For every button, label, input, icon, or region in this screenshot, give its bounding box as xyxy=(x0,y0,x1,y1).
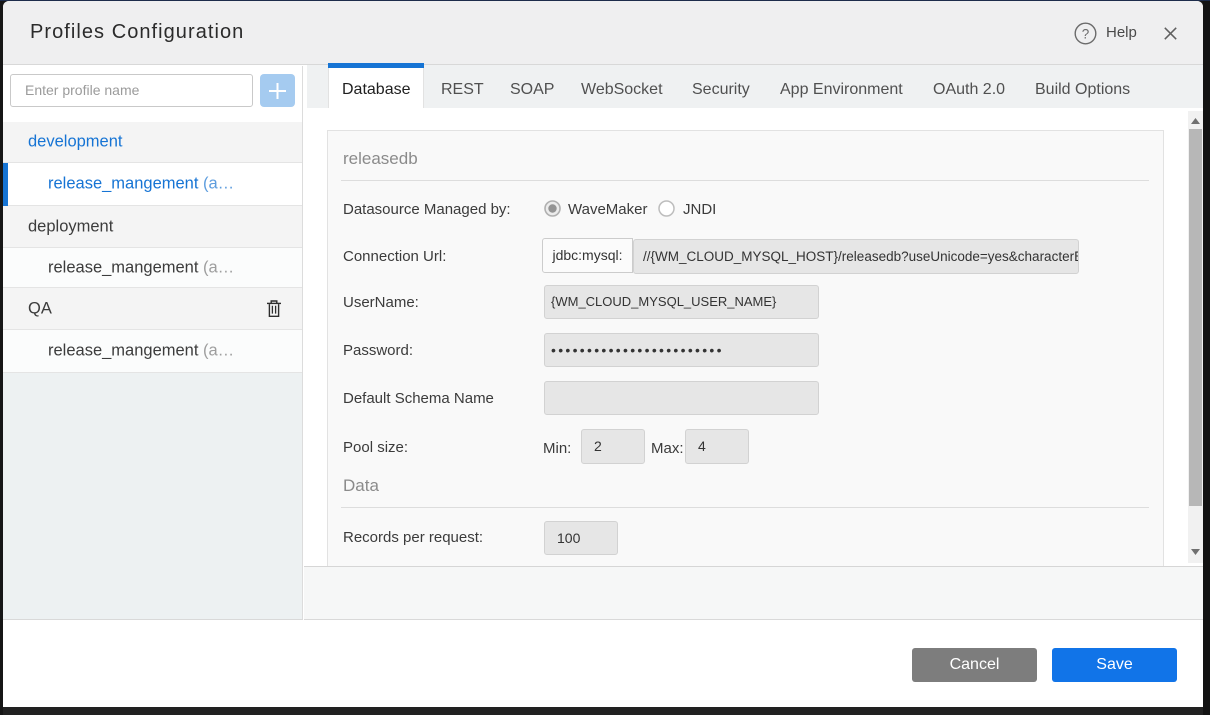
svg-text:?: ? xyxy=(1082,27,1090,42)
